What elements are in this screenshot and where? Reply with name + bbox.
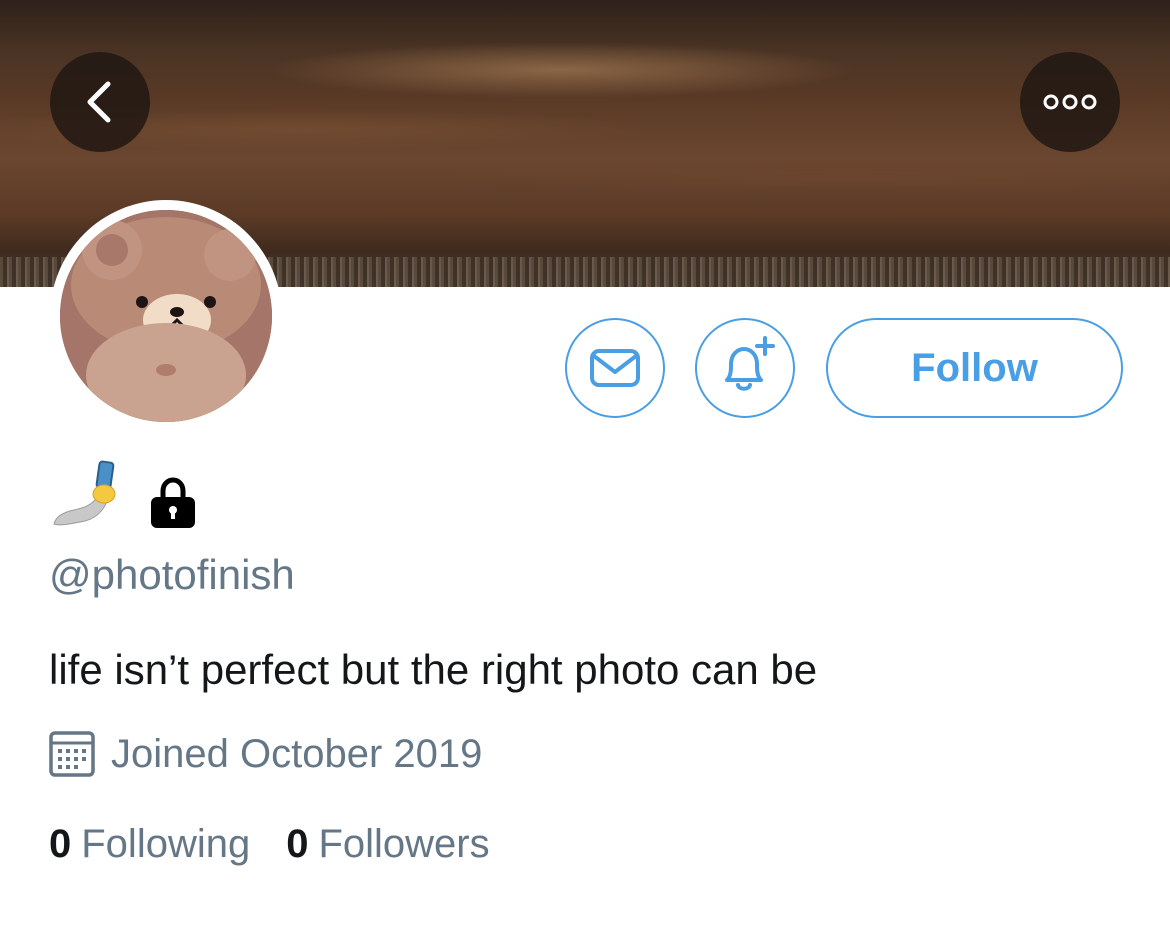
followers-link[interactable]: 0 Followers: [286, 822, 489, 867]
message-button[interactable]: [565, 318, 665, 418]
more-options-icon: [1043, 94, 1097, 110]
bear-hood-avatar-icon: [60, 210, 272, 422]
follow-stats: 0 Following 0 Followers: [49, 822, 490, 867]
selfie-emoji: [53, 460, 116, 526]
profile-handle: @photofinish: [49, 551, 295, 598]
bell-plus-icon: [725, 336, 775, 391]
chevron-left-icon: [87, 81, 111, 123]
joined-label: Joined October 2019: [111, 731, 483, 776]
display-name: [50, 458, 198, 530]
back-button[interactable]: [50, 52, 150, 152]
calendar-icon: [49, 731, 95, 777]
following-label: Following: [81, 822, 251, 866]
followers-label: Followers: [318, 822, 490, 866]
avatar-image: [60, 210, 272, 422]
notifications-button[interactable]: [695, 318, 795, 418]
followers-count: 0: [286, 822, 309, 866]
avatar[interactable]: [50, 200, 282, 432]
follow-button-label: Follow: [911, 345, 1038, 390]
follow-button[interactable]: Follow: [826, 318, 1123, 418]
following-link[interactable]: 0 Following: [49, 822, 250, 867]
lock-icon: [151, 477, 195, 528]
profile-bio: life isn’t perfect but the right photo c…: [49, 646, 818, 693]
more-options-button[interactable]: [1020, 52, 1120, 152]
joined-date: Joined October 2019: [49, 729, 482, 779]
mail-icon: [590, 349, 640, 387]
following-count: 0: [49, 822, 72, 866]
